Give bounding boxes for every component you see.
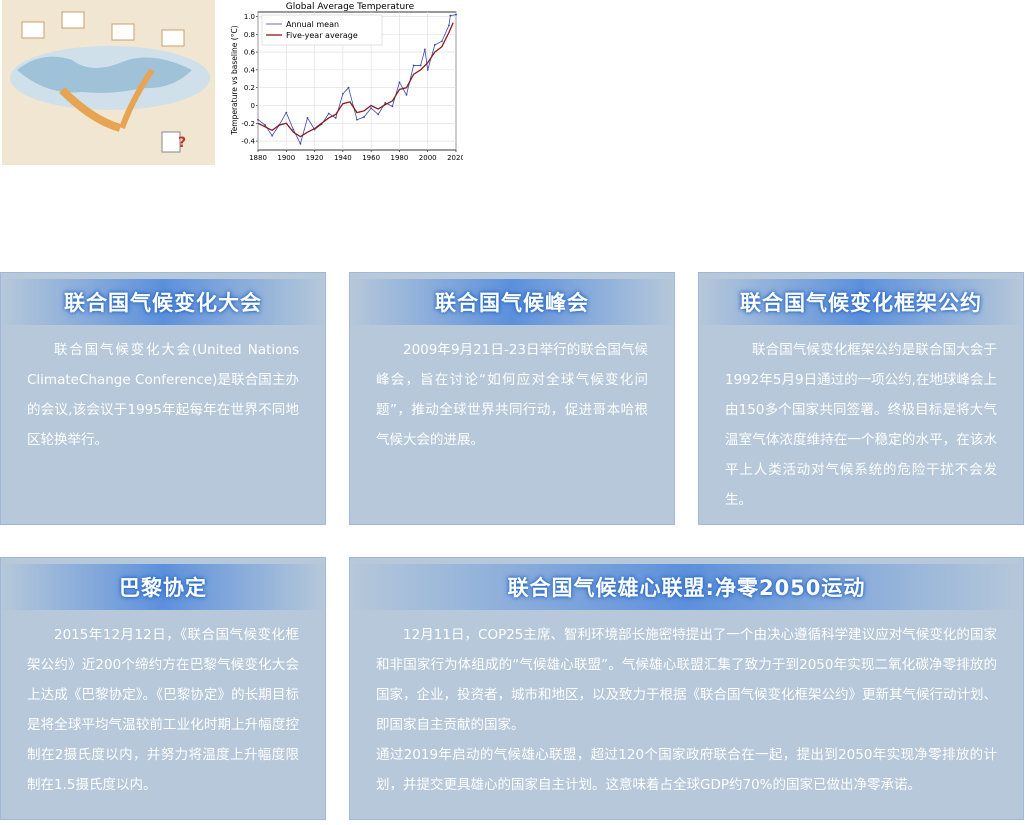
x-tick-label: 1940 <box>334 154 352 162</box>
data-point <box>448 24 450 27</box>
card-body: 2009年9月21日-23日举行的联合国气候峰会，旨在讨论“如何应对全球气候变化… <box>376 335 648 455</box>
x-tick-label: 1960 <box>362 154 380 162</box>
y-tick-label: 1.0 <box>244 13 255 21</box>
data-point <box>285 111 288 114</box>
card-title-banner: 巴黎协定 <box>1 564 325 610</box>
card-paris-agreement: 巴黎协定 2015年12月12日，《联合国气候变化框架公约》近200个缔约方在巴… <box>0 557 326 820</box>
svg-text:?: ? <box>178 135 186 151</box>
data-point <box>440 40 443 43</box>
data-point <box>377 113 380 116</box>
card-title: 联合国气候变化框架公约 <box>740 291 982 315</box>
card-title: 联合国气候雄心联盟:净零2050运动 <box>507 576 866 600</box>
data-point <box>271 134 274 137</box>
card-paragraph: 2015年12月12日，《联合国气候变化框架公约》近200个缔约方在巴黎气候变化… <box>27 627 299 793</box>
card-unfccc: 联合国气候变化框架公约 联合国气候变化框架公约是联合国大会于1992年5月9日通… <box>698 272 1024 525</box>
x-tick-label: 1900 <box>277 154 295 162</box>
card-title: 巴黎协定 <box>119 576 207 600</box>
card-title-banner: 联合国气候变化框架公约 <box>699 279 1023 325</box>
data-point <box>412 64 415 67</box>
x-tick-label: 2020 <box>447 154 463 162</box>
card-body: 联合国气候变化大会(United Nations ClimateChange C… <box>27 335 299 455</box>
climate-infographic-image: ? <box>2 0 215 165</box>
chart-title: Global Average Temperature <box>286 2 415 12</box>
data-point <box>384 101 387 104</box>
y-tick-label: 0.8 <box>244 31 255 39</box>
x-tick-label: 1980 <box>391 154 409 162</box>
card-un-climate-conference: 联合国气候变化大会 联合国气候变化大会(United Nations Clima… <box>0 272 326 525</box>
card-title-banner: 联合国气候变化大会 <box>1 279 325 325</box>
data-point <box>391 105 394 108</box>
data-point <box>356 118 358 121</box>
data-point <box>433 44 436 46</box>
data-point <box>370 107 373 110</box>
y-tick-label: 0.2 <box>244 84 255 92</box>
world-map-illustration: ? <box>2 0 215 165</box>
card-paragraph: 联合国气候变化大会(United Nations ClimateChange C… <box>27 342 299 448</box>
data-point <box>327 112 330 115</box>
data-point <box>347 86 350 89</box>
y-tick-label: -0.4 <box>241 138 255 146</box>
card-title-banner: 联合国气候雄心联盟:净零2050运动 <box>350 564 1023 610</box>
data-point <box>449 14 452 17</box>
card-title: 联合国气候变化大会 <box>64 291 262 315</box>
card-climate-ambition-alliance: 联合国气候雄心联盟:净零2050运动 12月11日，COP25主席、智利环境部长… <box>349 557 1024 820</box>
card-body: 2015年12月12日，《联合国气候变化框架公约》近200个缔约方在巴黎气候变化… <box>27 620 299 800</box>
legend-label: Five-year average <box>286 31 358 40</box>
data-point <box>264 124 266 126</box>
y-tick-label: 0 <box>251 102 255 110</box>
card-title: 联合国气候峰会 <box>435 291 589 315</box>
data-point <box>419 64 422 67</box>
data-point <box>423 48 426 51</box>
x-tick-label: 1920 <box>306 154 324 162</box>
card-paragraph: 12月11日，COP25主席、智利环境部长施密特提出了一个由决心遵循科学建议应对… <box>376 627 997 733</box>
data-point <box>455 13 457 16</box>
data-point <box>341 93 344 95</box>
data-point <box>426 68 429 71</box>
card-paragraph: 2009年9月21日-23日举行的联合国气候峰会，旨在讨论“如何应对全球气候变化… <box>376 342 648 448</box>
card-paragraph: 通过2019年启动的气候雄心联盟，超过120个国家政府联合在一起，提出到2050… <box>376 747 997 793</box>
y-tick-label: -0.2 <box>241 120 255 128</box>
card-body: 联合国气候变化框架公约是联合国大会于1992年5月9日通过的一项公约,在地球峰会… <box>725 335 997 515</box>
data-point <box>306 117 309 119</box>
data-point <box>405 93 408 96</box>
card-un-climate-summit: 联合国气候峰会 2009年9月21日-23日举行的联合国气候峰会，旨在讨论“如何… <box>349 272 675 525</box>
x-tick-label: 2000 <box>419 154 437 162</box>
legend-label: Annual mean <box>286 20 339 29</box>
card-paragraph: 联合国气候变化框架公约是联合国大会于1992年5月9日通过的一项公约,在地球峰会… <box>725 342 997 508</box>
data-point <box>398 81 401 84</box>
data-point <box>299 142 302 145</box>
y-tick-label: 0.4 <box>244 66 256 74</box>
card-body: 12月11日，COP25主席、智利环境部长施密特提出了一个由决心遵循科学建议应对… <box>376 620 997 800</box>
y-tick-label: 0.6 <box>244 49 256 57</box>
data-point <box>257 118 259 121</box>
data-point <box>334 117 337 119</box>
data-point <box>363 116 365 118</box>
card-title-banner: 联合国气候峰会 <box>350 279 674 325</box>
chart-ylabel: Temperature vs baseline (°C) <box>230 25 239 135</box>
global-temperature-chart: Global Average Temperature Temperature v… <box>228 0 465 168</box>
temperature-line-chart: Global Average Temperature Temperature v… <box>230 2 465 162</box>
x-tick-label: 1880 <box>249 154 267 162</box>
data-point <box>292 128 295 131</box>
